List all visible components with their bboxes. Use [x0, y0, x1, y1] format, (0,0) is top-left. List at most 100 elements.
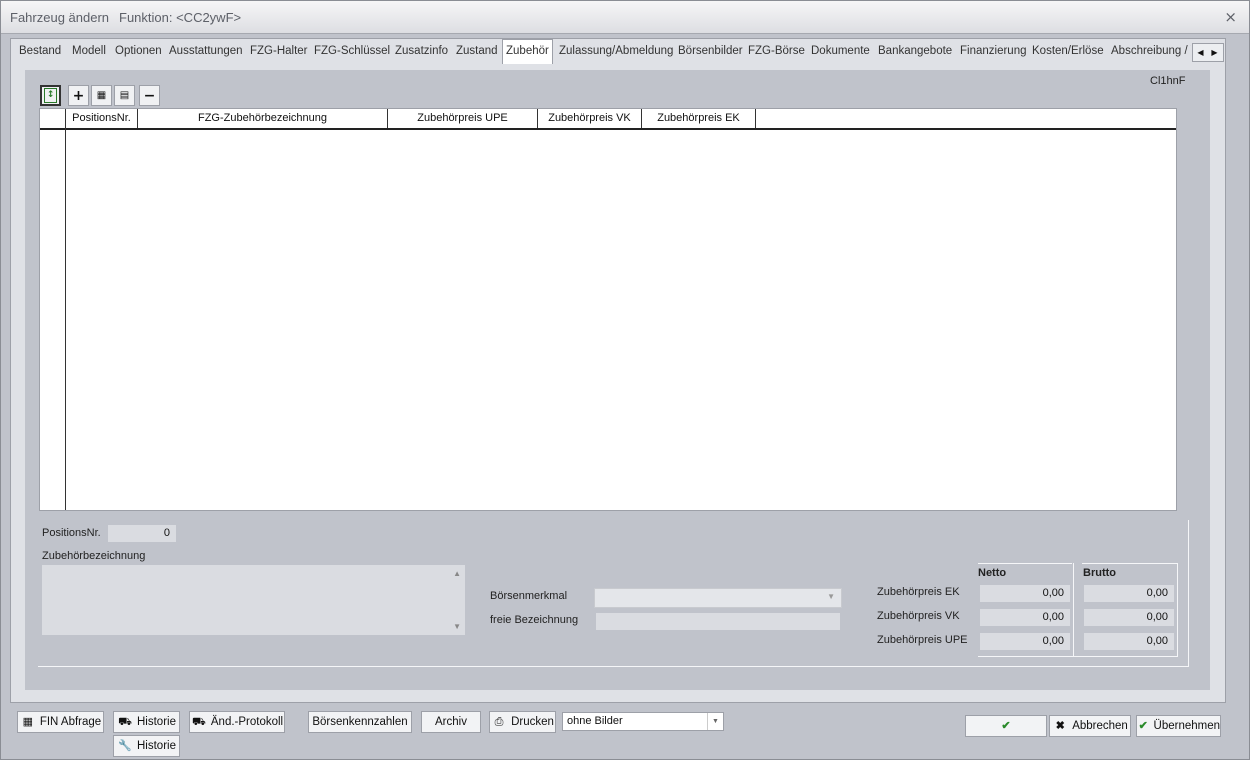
tab-dokumente[interactable]: Dokumente: [811, 41, 870, 62]
window-function: Funktion: <CC2ywF>: [119, 10, 242, 25]
price-ek-netto[interactable]: 0,00: [980, 585, 1070, 602]
bezeichnung-label: Zubehörbezeichnung: [42, 550, 146, 562]
printer-icon: ⎙: [494, 716, 504, 728]
grid-header: PositionsNr. FZG-Zubehörbezeichnung Zube…: [40, 109, 1176, 130]
tab-bankangebote[interactable]: Bankangebote: [878, 41, 952, 62]
netto-header: Netto: [978, 567, 1007, 579]
drucken-label: Drucken: [511, 716, 554, 728]
positionsnr-label: PositionsNr.: [42, 527, 101, 539]
refresh-button[interactable]: ↕: [40, 85, 61, 106]
tab-kosten-erloese[interactable]: Kosten/Erlöse: [1032, 41, 1104, 62]
search-car-button[interactable]: ▦: [91, 85, 112, 106]
boersenmerkmal-select[interactable]: ▼: [594, 588, 842, 608]
price-upe-label: Zubehörpreis UPE: [877, 634, 968, 646]
divider: [1073, 563, 1074, 657]
price-upe-netto[interactable]: 0,00: [980, 633, 1070, 650]
abbrechen-label: Abbrechen: [1072, 720, 1128, 732]
tab-scroll-left-icon[interactable]: ◀: [1194, 47, 1207, 58]
tab-fzg-halter[interactable]: FZG-Halter: [250, 41, 308, 62]
boersenkennzahlen-button[interactable]: Börsenkennzahlen: [308, 711, 412, 733]
tab-zusatzinfo[interactable]: Zusatzinfo: [395, 41, 448, 62]
wrench-icon: 🔧: [118, 740, 132, 752]
freie-bezeichnung-label: freie Bezeichnung: [490, 614, 579, 626]
fin-abfrage-button[interactable]: ▦ FIN Abfrage: [17, 711, 104, 733]
uebernehmen-button[interactable]: ✔ Übernehmen: [1136, 715, 1221, 737]
divider: [1188, 520, 1189, 667]
col-preis-upe[interactable]: Zubehörpreis UPE: [388, 109, 538, 128]
tab-zulassung[interactable]: Zulassung/Abmeldung: [559, 41, 673, 62]
edit-table-icon: ▤: [119, 89, 130, 101]
divider: [1177, 563, 1178, 657]
freie-bezeichnung-field[interactable]: [596, 613, 840, 630]
col-positionsnr[interactable]: PositionsNr.: [66, 109, 138, 128]
bezeichnung-textarea[interactable]: ▲ ▼: [42, 565, 465, 635]
title-bar: Fahrzeug ändern Funktion: <CC2ywF> ×: [1, 1, 1249, 34]
tab-zubehoer[interactable]: Zubehör: [502, 39, 553, 64]
historie-wrench-button[interactable]: 🔧 Historie: [113, 735, 180, 757]
car-icon: ⛟: [191, 716, 206, 728]
plus-icon: +: [72, 87, 85, 104]
chevron-down-icon[interactable]: ▼: [707, 713, 723, 730]
drucken-button[interactable]: ⎙ Drucken: [489, 711, 556, 733]
abbrechen-button[interactable]: ✖ Abbrechen: [1049, 715, 1131, 737]
bilder-select[interactable]: ohne Bilder ▼: [562, 712, 724, 731]
boersenmerkmal-label: Börsenmerkmal: [490, 590, 568, 602]
tab-bestand[interactable]: Bestand: [19, 41, 61, 62]
check-icon: ✔: [1138, 720, 1148, 732]
car-search-icon: ▦: [96, 89, 107, 101]
tab-modell[interactable]: Modell: [72, 41, 106, 62]
bilder-select-value: ohne Bilder: [567, 715, 623, 727]
refresh-icon: ↕: [44, 88, 57, 103]
row-selector-column: [40, 109, 66, 510]
historie-button[interactable]: ⛟ Historie: [113, 711, 180, 733]
tab-boersenbilder[interactable]: Börsenbilder: [678, 41, 743, 62]
delete-button[interactable]: −: [139, 85, 160, 106]
historie2-label: Historie: [137, 740, 176, 752]
scroll-down-icon[interactable]: ▼: [453, 622, 461, 631]
tab-scroll-right-icon[interactable]: ▶: [1208, 47, 1221, 58]
tab-abschreibung[interactable]: Abschreibung / \: [1111, 41, 1191, 62]
aend-protokoll-label: Änd.-Protokoll: [210, 716, 284, 728]
minus-icon: −: [143, 87, 156, 104]
price-upe-brutto[interactable]: 0,00: [1084, 633, 1174, 650]
divider: [38, 666, 1188, 667]
ok-button[interactable]: ✔: [965, 715, 1047, 737]
tab-scroll: ◀ ▶: [1192, 43, 1224, 62]
close-icon: ✖: [1055, 720, 1065, 732]
tab-ausstattungen[interactable]: Ausstattungen: [169, 41, 243, 62]
tab-zustand[interactable]: Zustand: [456, 41, 498, 62]
tab-fzg-boerse[interactable]: FZG-Börse: [748, 41, 805, 62]
record-id: Cl1hnF: [1150, 75, 1186, 87]
chevron-down-icon: ▼: [827, 592, 835, 601]
add-button[interactable]: +: [68, 85, 89, 106]
col-bezeichnung[interactable]: FZG-Zubehörbezeichnung: [138, 109, 388, 128]
price-vk-netto[interactable]: 0,00: [980, 609, 1070, 626]
positionsnr-field[interactable]: 0: [108, 525, 176, 542]
archiv-button[interactable]: Archiv: [421, 711, 481, 733]
zubehoer-grid[interactable]: PositionsNr. FZG-Zubehörbezeichnung Zube…: [39, 108, 1177, 511]
tab-finanzierung[interactable]: Finanzierung: [960, 41, 1026, 62]
divider: [978, 563, 1072, 564]
divider: [978, 656, 1178, 657]
ok-check-icon: ✔: [1001, 720, 1011, 732]
aend-protokoll-button[interactable]: ⛟ Änd.-Protokoll: [189, 711, 285, 733]
tab-optionen[interactable]: Optionen: [115, 41, 162, 62]
window-title: Fahrzeug ändern: [10, 10, 110, 25]
col-preis-vk[interactable]: Zubehörpreis VK: [538, 109, 642, 128]
tab-fzg-schluessel[interactable]: FZG-Schlüssel: [314, 41, 390, 62]
historie-label: Historie: [137, 716, 176, 728]
divider: [1082, 563, 1178, 564]
edit-button[interactable]: ▤: [114, 85, 135, 106]
brutto-header: Brutto: [1083, 567, 1116, 579]
col-preis-ek[interactable]: Zubehörpreis EK: [642, 109, 756, 128]
tab-strip: Bestand Modell Optionen Ausstattungen FZ…: [13, 39, 1223, 64]
uebernehmen-label: Übernehmen: [1153, 720, 1220, 732]
price-ek-label: Zubehörpreis EK: [877, 586, 960, 598]
price-ek-brutto[interactable]: 0,00: [1084, 585, 1174, 602]
price-vk-brutto[interactable]: 0,00: [1084, 609, 1174, 626]
fin-abfrage-label: FIN Abfrage: [39, 716, 102, 728]
scroll-up-icon[interactable]: ▲: [453, 569, 461, 578]
car-icon: ⛟: [118, 716, 132, 728]
close-icon[interactable]: ×: [1224, 8, 1237, 26]
car-search-icon: ▦: [22, 716, 34, 728]
